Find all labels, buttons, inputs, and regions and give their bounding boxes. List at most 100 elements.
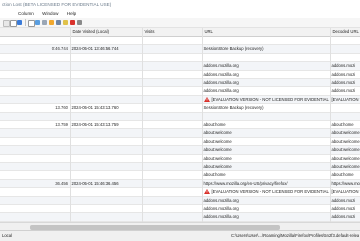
cell-url: addons.mozilla.org	[202, 205, 330, 212]
table-row[interactable]: about:welcomeabout:welcome	[0, 163, 360, 171]
table-row[interactable]	[0, 113, 360, 121]
copy-icon[interactable]	[28, 20, 35, 27]
cell-date-visited	[70, 71, 142, 78]
cell-date-visited	[70, 113, 142, 120]
cell-visits	[142, 180, 202, 187]
cell-url-text: about:home	[204, 122, 226, 127]
cell-time	[0, 155, 70, 162]
table-row[interactable]	[0, 37, 360, 45]
cell-date-visited	[70, 146, 142, 153]
cell-decoded-url-text: https://www.mo	[332, 181, 360, 186]
column-header-url[interactable]: URL	[202, 28, 330, 36]
column-header-date-visited[interactable]: Date Visited (Local)	[70, 28, 142, 36]
cell-url-text: addons.mozilla.org	[204, 72, 239, 77]
cell-decoded-url	[330, 54, 360, 61]
menu-window[interactable]: Window	[42, 10, 58, 18]
menu-bar: Column Window Help	[0, 10, 360, 18]
cell-url-text: about:welcome	[204, 130, 232, 135]
cell-time-text: 0:46.744	[52, 46, 68, 51]
folder-icon[interactable]	[63, 20, 68, 25]
cell-decoded-url: addons.mozi	[330, 197, 360, 204]
cell-decoded-url-text: about:welcome	[332, 147, 360, 152]
table-row[interactable]: 13.7602024-05-01 15:43:13.760SessionStor…	[0, 104, 360, 112]
cell-url-text: about:welcome	[204, 156, 232, 161]
cell-url: addons.mozilla.org	[202, 62, 330, 69]
save-icon[interactable]	[17, 20, 22, 25]
table-row[interactable]: 36.4562024-05-01 15:46:36.456https://www…	[0, 180, 360, 188]
table-row[interactable]: about:welcomeabout:welcome	[0, 138, 360, 146]
table-row[interactable]: [EVALUATION VERSION - NOT LICENSED FOR E…	[0, 96, 360, 104]
cell-url: addons.mozilla.org	[202, 213, 330, 220]
table-row[interactable]	[0, 54, 360, 62]
report-icon[interactable]	[70, 20, 75, 25]
cell-visits	[142, 45, 202, 52]
cell-time	[0, 163, 70, 170]
cell-visits	[142, 146, 202, 153]
cell-url: about:home	[202, 121, 330, 128]
table-row[interactable]: addons.mozilla.orgaddons.mozi	[0, 79, 360, 87]
cell-visits	[142, 87, 202, 94]
cell-time	[0, 113, 70, 120]
cell-time	[0, 213, 70, 220]
menu-column[interactable]: Column	[18, 10, 34, 18]
scrollbar-thumb[interactable]	[30, 225, 280, 230]
table-row[interactable]: 0:46.7442024-05-01 13:46:56.744SessionSt…	[0, 45, 360, 53]
cell-url: about:welcome	[202, 146, 330, 153]
table-row[interactable]: addons.mozilla.orgaddons.mozi	[0, 87, 360, 95]
columns-icon[interactable]	[56, 20, 61, 25]
new-file-icon[interactable]	[3, 20, 10, 27]
table-row[interactable]: addons.mozilla.orgaddons.mozi	[0, 213, 360, 221]
cell-decoded-url: addons.mozi	[330, 71, 360, 78]
table-row[interactable]: addons.mozilla.orgaddons.mozi	[0, 205, 360, 213]
cell-decoded-url: addons.mozi	[330, 205, 360, 212]
table-row[interactable]: 13.7592024-05-01 15:43:13.759about:homea…	[0, 121, 360, 129]
filter-icon[interactable]	[49, 20, 54, 25]
cell-visits	[142, 213, 202, 220]
table-row[interactable]: addons.mozilla.orgaddons.mozi	[0, 62, 360, 70]
column-header-decoded-url[interactable]: Decoded URL	[330, 28, 360, 36]
cell-time	[0, 129, 70, 136]
window-title-bar: ction Lost (BETA LICENSED FOR EVIDENTIAL…	[0, 0, 360, 10]
cell-date-visited	[70, 197, 142, 204]
cell-time	[0, 79, 70, 86]
cell-url-text: addons.mozilla.org	[204, 63, 239, 68]
cell-visits	[142, 188, 202, 195]
properties-icon[interactable]	[42, 20, 47, 25]
cell-time	[0, 87, 70, 94]
cell-decoded-url: about:welcome	[330, 138, 360, 145]
cell-decoded-url	[330, 45, 360, 52]
toolbar	[0, 18, 360, 28]
cell-date-visited	[70, 213, 142, 220]
cell-url-text: about:home	[204, 172, 226, 177]
column-divider	[70, 28, 71, 222]
cell-url: addons.mozilla.org	[202, 87, 330, 94]
table-row[interactable]: about:welcomeabout:welcome	[0, 155, 360, 163]
open-file-icon[interactable]	[10, 20, 17, 27]
table-row[interactable]: about:welcome about:welcome	[0, 129, 360, 137]
cell-date-visited	[70, 188, 142, 195]
table-row[interactable]: about:homeabout:home	[0, 171, 360, 179]
cell-date-visited	[70, 62, 142, 69]
cell-visits	[142, 163, 202, 170]
column-header-visits[interactable]: Visits	[142, 28, 202, 36]
table-row[interactable]: [EVALUATION VERSION - NOT LICENSED FOR E…	[0, 188, 360, 196]
cell-time	[0, 138, 70, 145]
warning-icon	[204, 97, 210, 102]
menu-help[interactable]: Help	[67, 10, 76, 18]
cell-decoded-url: [EVALUATION V	[330, 188, 360, 195]
cell-decoded-url: about:welcome	[330, 146, 360, 153]
table-row[interactable]: addons.mozilla.org addons.mozi	[0, 71, 360, 79]
table-row[interactable]: about:welcomeabout:welcome	[0, 146, 360, 154]
cell-url: about:welcome	[202, 155, 330, 162]
search-icon[interactable]	[77, 20, 82, 25]
cell-visits	[142, 71, 202, 78]
column-header-left[interactable]	[0, 28, 70, 36]
cell-date-visited-text: 2024-05-01 15:43:13.759	[72, 122, 119, 127]
cell-date-visited	[70, 96, 142, 103]
cell-visits	[142, 155, 202, 162]
cell-decoded-url-text: about:welcome	[332, 130, 360, 135]
cell-decoded-url-text: addons.mozi	[332, 80, 356, 85]
table-row[interactable]: addons.mozilla.orgaddons.mozi	[0, 197, 360, 205]
cell-date-visited	[70, 171, 142, 178]
refresh-icon[interactable]	[35, 20, 40, 25]
